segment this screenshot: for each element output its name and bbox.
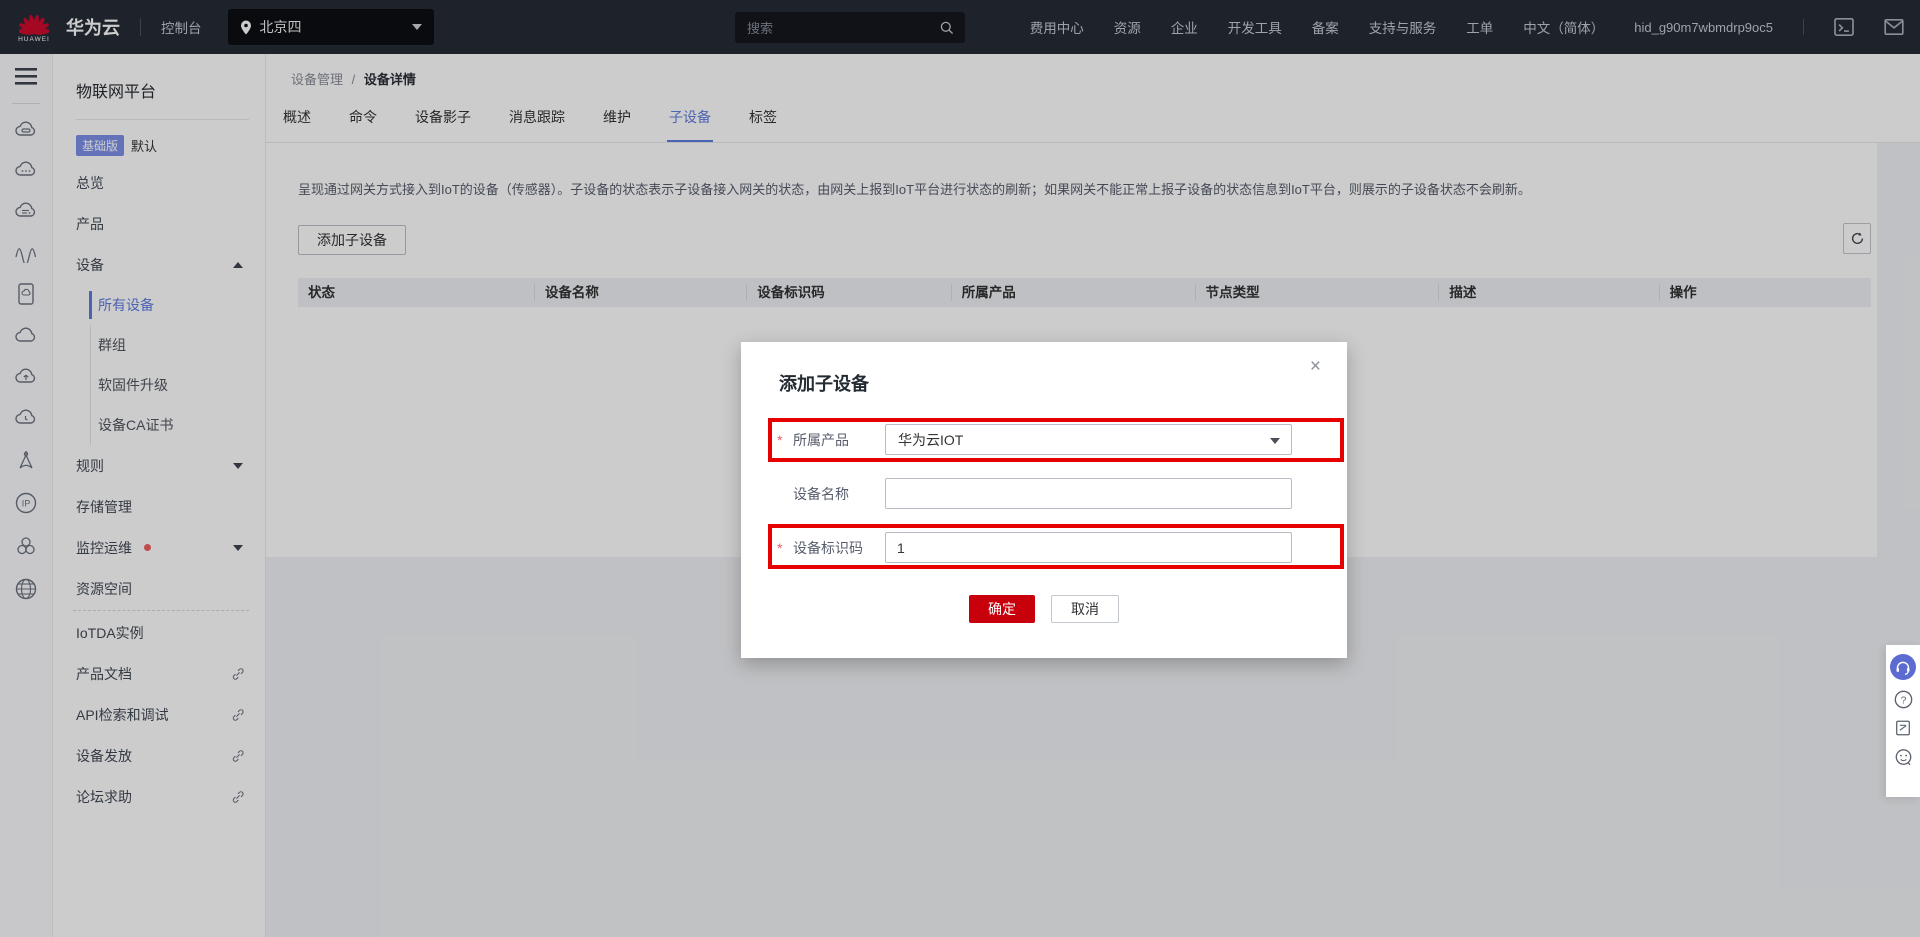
- edit-note-icon: [1894, 719, 1912, 737]
- field-label-product: 所属产品: [793, 430, 885, 450]
- product-select-value: 华为云IOT: [898, 430, 963, 450]
- node-id-input[interactable]: [885, 532, 1292, 563]
- device-name-input[interactable]: [885, 478, 1292, 509]
- headset-icon: [1895, 660, 1911, 675]
- chevron-down-icon: [1270, 438, 1280, 444]
- required-asterisk: *: [777, 540, 793, 556]
- confirm-button[interactable]: 确定: [969, 595, 1035, 623]
- field-row-node-id: * 设备标识码: [741, 532, 1347, 563]
- field-row-device-name: 设备名称: [741, 478, 1347, 509]
- cancel-button[interactable]: 取消: [1051, 595, 1119, 623]
- question-icon: ?: [1894, 690, 1913, 709]
- field-label-device-name: 设备名称: [793, 484, 885, 504]
- customer-service-button[interactable]: [1890, 654, 1916, 680]
- floating-help-toolbar: ?: [1886, 645, 1920, 797]
- survey-button[interactable]: [1893, 747, 1913, 767]
- required-asterisk: *: [777, 432, 793, 448]
- product-select[interactable]: 华为云IOT: [885, 424, 1292, 455]
- dialog-actions: 确定 取消: [741, 595, 1347, 623]
- dialog-title: 添加子设备: [779, 370, 869, 396]
- help-button[interactable]: ?: [1893, 689, 1913, 709]
- smiley-icon: [1894, 748, 1913, 767]
- close-icon[interactable]: ×: [1310, 356, 1321, 378]
- field-row-product: * 所属产品 华为云IOT: [741, 424, 1347, 455]
- svg-text:?: ?: [1900, 695, 1906, 706]
- add-sub-device-dialog: 添加子设备 × * 所属产品 华为云IOT 设备名称 * 设备标识码 确定 取消: [741, 342, 1347, 658]
- feedback-button[interactable]: [1893, 718, 1913, 738]
- field-label-node-id: 设备标识码: [793, 538, 885, 558]
